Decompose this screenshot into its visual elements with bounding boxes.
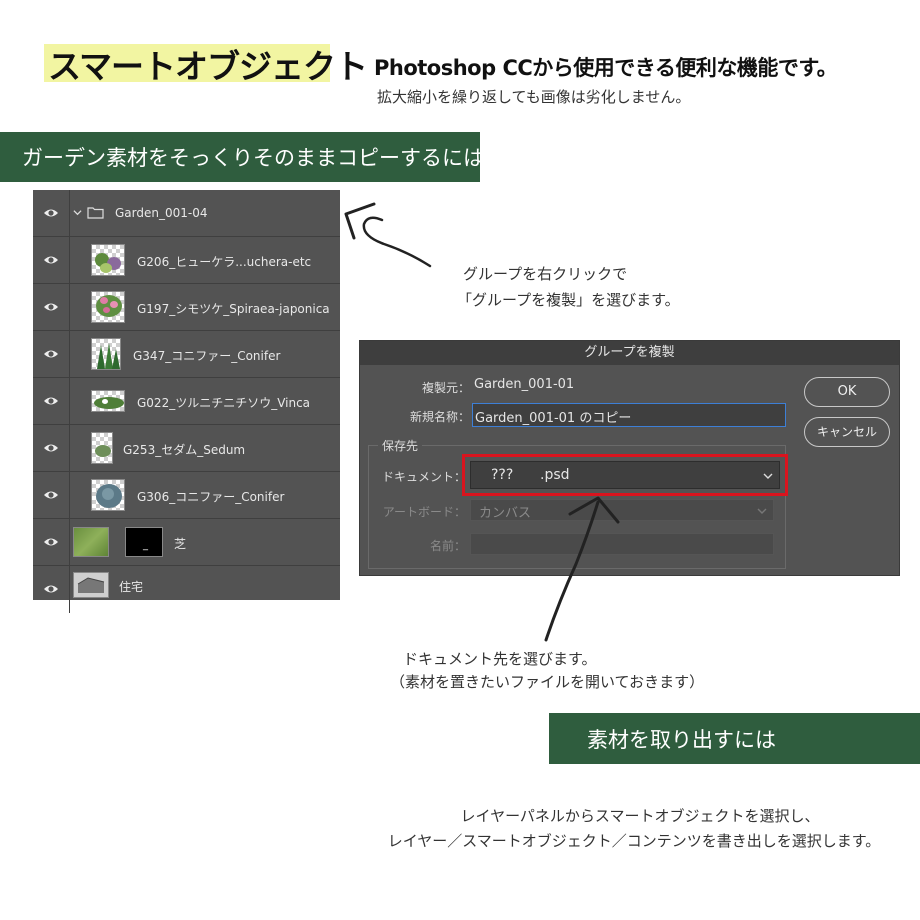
eye-icon[interactable] [43, 487, 59, 503]
layer-name: G347_コニファー_Conifer [133, 349, 281, 363]
layer-row[interactable]: _ 芝 [33, 519, 340, 566]
layer-name: 住宅 [119, 580, 144, 594]
layer-row[interactable]: G197_シモツケ_Spiraea-japonica [33, 284, 340, 331]
layer-mask-thumbnail: _ [125, 527, 163, 557]
layer-mask-mark: _ [143, 540, 148, 551]
layer-name: G022_ツルニチニチソウ_Vinca [137, 396, 311, 410]
artboard-value: カンバス [479, 506, 532, 521]
section-banner-copy: ガーデン素材をそっくりそのままコピーするには [0, 132, 484, 182]
layer-thumbnail [91, 244, 125, 276]
layer-thumbnail [91, 338, 121, 370]
new-name-label: 新規名称： [409, 410, 470, 424]
eye-icon[interactable] [43, 393, 59, 409]
eye-icon[interactable] [43, 252, 59, 268]
subtitle-note: 拡大縮小を繰り返しても画像は劣化しません。 [377, 88, 691, 106]
layer-thumbnail [91, 479, 125, 511]
document-label: ドキュメント： [381, 470, 466, 484]
chevron-down-icon[interactable] [73, 208, 82, 217]
layer-row[interactable]: G347_コニファー_Conifer [33, 331, 340, 378]
layer-thumbnail [73, 572, 109, 598]
page-subtitle: Photoshop CCから使用できる便利な機能です。 [374, 56, 838, 80]
layer-name: G253_セダム_Sedum [123, 443, 246, 457]
layer-thumbnail [91, 291, 125, 323]
instruction-text-2: 「グループを複製」を選びます。 [457, 291, 680, 309]
duplicate-group-dialog: グループを複製 複製元： Garden_001-01 新規名称： Garden_… [359, 340, 900, 576]
destination-section-label: 保存先 [378, 437, 423, 454]
instruction-text-5: レイヤーパネルからスマートオブジェクトを選択し、 [460, 807, 820, 825]
eye-icon[interactable] [43, 534, 59, 550]
layer-thumbnail [91, 390, 125, 412]
instruction-text-4: （素材を置きたいファイルを開いておきます） [390, 673, 705, 691]
hand-drawn-arrow [344, 202, 432, 268]
new-name-value: Garden_001-01 のコピー [475, 411, 632, 426]
section-banner-extract: 素材を取り出すには [549, 713, 920, 764]
instruction-text-1: グループを右クリックで [463, 265, 628, 283]
layer-row[interactable]: G306_コニファー_Conifer [33, 472, 340, 519]
new-name-input[interactable]: Garden_001-01 のコピー [472, 403, 786, 427]
cancel-button[interactable]: キャンセル [804, 417, 890, 447]
layer-group-name: Garden_001-04 [115, 206, 208, 220]
layer-row[interactable]: G022_ツルニチニチソウ_Vinca [33, 378, 340, 425]
source-value: Garden_001-01 [474, 377, 575, 392]
eye-icon[interactable] [43, 440, 59, 456]
eye-icon[interactable] [43, 205, 59, 221]
hand-drawn-arrow [544, 496, 620, 642]
layer-group-row[interactable]: Garden_001-04 [33, 190, 340, 237]
layer-row[interactable]: G253_セダム_Sedum [33, 425, 340, 472]
layer-name: G206_ヒューケラ...uchera-etc [137, 255, 312, 269]
instruction-text-6: レイヤー／スマートオブジェクト／コンテンツを書き出しを選択します。 [387, 832, 881, 850]
instruction-text-3: ドキュメント先を選びます。 [403, 650, 597, 668]
layer-thumbnail [73, 527, 109, 557]
dialog-title: グループを複製 [360, 341, 899, 365]
source-label: 複製元： [421, 381, 470, 395]
layer-name: 芝 [174, 537, 187, 551]
layer-name: G197_シモツケ_Spiraea-japonica [137, 302, 330, 316]
eye-icon[interactable] [43, 581, 59, 597]
eye-icon[interactable] [43, 346, 59, 362]
layer-name: G306_コニファー_Conifer [137, 490, 285, 504]
layer-row[interactable]: 住宅 [33, 566, 340, 613]
name-label: 名前： [429, 539, 466, 553]
layer-thumbnail [91, 432, 113, 464]
page-title: スマートオブジェクト [48, 47, 368, 86]
folder-icon [87, 207, 104, 219]
ok-button[interactable]: OK [804, 377, 890, 407]
artboard-label: アートボード： [382, 505, 466, 519]
eye-icon[interactable] [43, 299, 59, 315]
layers-panel: Garden_001-04 G206_ヒューケラ...uchera-etc G1… [33, 190, 340, 613]
layer-row[interactable]: G206_ヒューケラ...uchera-etc [33, 237, 340, 284]
chevron-down-icon [757, 508, 767, 514]
